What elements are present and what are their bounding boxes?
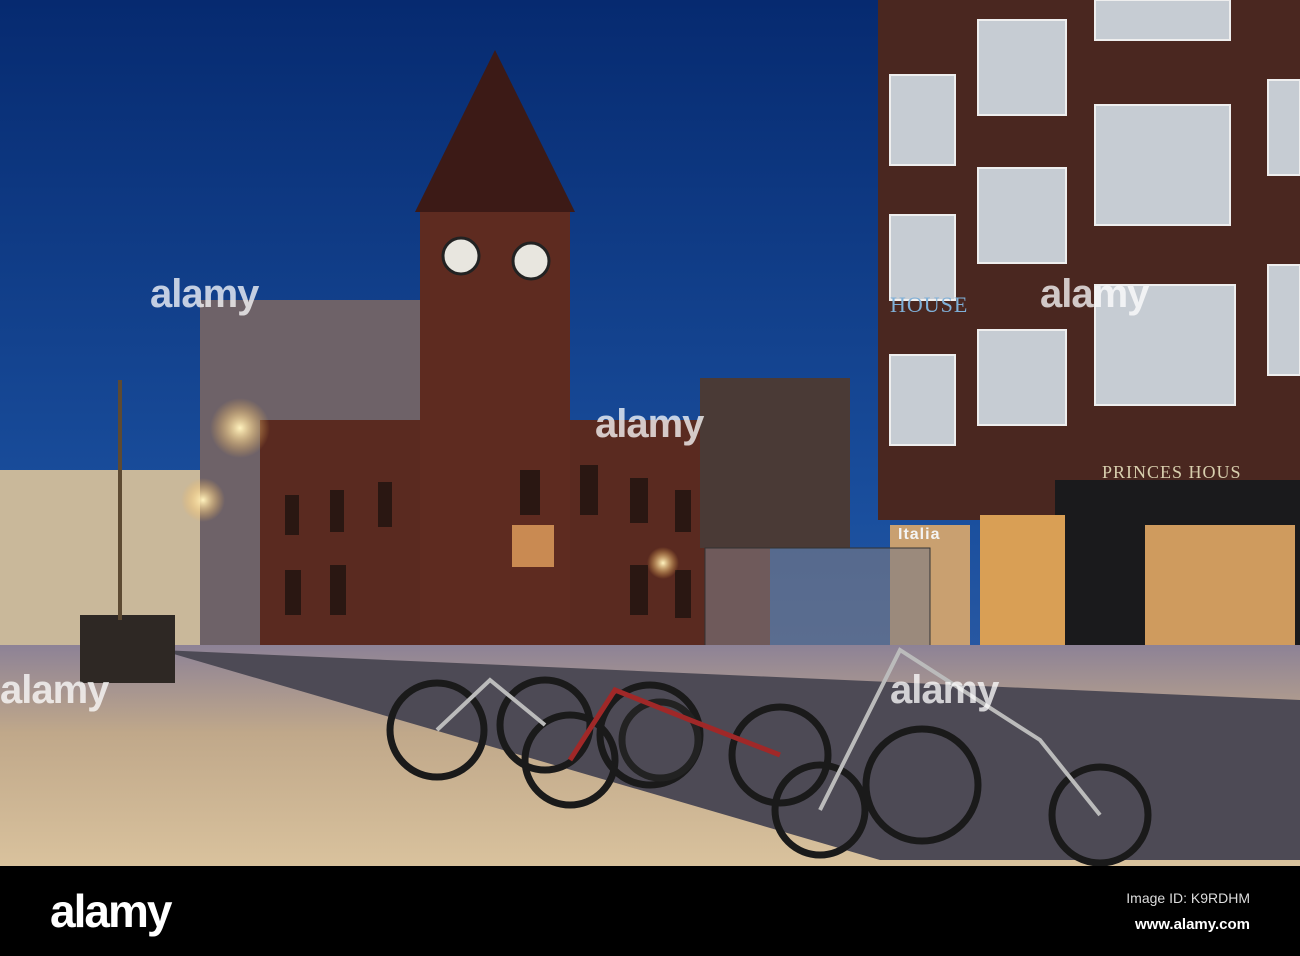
image-id: Image ID: K9RDHM (1126, 890, 1250, 906)
house-sign: HOUSE (890, 292, 969, 317)
watermark: alamy (890, 668, 999, 712)
clock-face-left (441, 236, 481, 276)
footer-bar: alamy Image ID: K9RDHM www.alamy.com (0, 866, 1300, 956)
street-photo: HOUSE PRINCES HOUS Italia alamy alamy al… (0, 0, 1300, 866)
site-url: www.alamy.com (1134, 916, 1250, 933)
watermark: alamy (595, 402, 704, 446)
watermark: alamy (0, 668, 109, 712)
princes-house-sign: PRINCES HOUS (1102, 462, 1242, 482)
italia-sign: Italia (898, 526, 941, 543)
street-lamp-glow (210, 398, 270, 458)
back-building (700, 378, 850, 548)
cafe-window (980, 515, 1065, 665)
clock-face-right (511, 241, 551, 281)
watermark: alamy (150, 272, 259, 316)
street-lamp-glow (181, 478, 225, 522)
poster (512, 525, 554, 567)
clock-tower (420, 210, 570, 650)
alamy-logo: alamy (50, 885, 172, 937)
street-lamp-glow (647, 547, 679, 579)
watermark: alamy (1040, 272, 1149, 316)
